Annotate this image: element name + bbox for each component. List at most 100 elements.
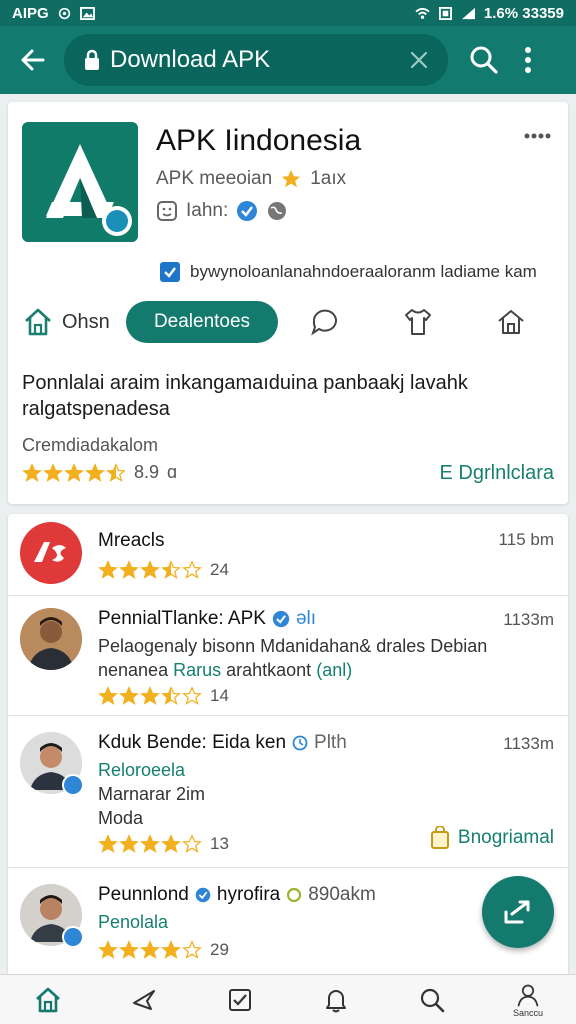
verified-badge-icon xyxy=(62,926,84,948)
more-horizontal-icon[interactable] xyxy=(522,126,554,146)
list-item[interactable]: Kduk Bende: Eida ken Plth 1133m Reloroee… xyxy=(8,716,568,868)
more-options-button[interactable] xyxy=(518,42,538,78)
checkbox-icon xyxy=(229,988,251,1011)
item-line[interactable]: Penolala xyxy=(98,912,168,933)
consent-checkbox-row[interactable]: bywynoloanlanahndoeraaloranm ladiame kam xyxy=(160,262,537,282)
item-stars xyxy=(98,560,202,580)
item-rating: 29 xyxy=(98,940,229,960)
item-line[interactable]: Reloroeela xyxy=(98,760,185,781)
avatar xyxy=(20,732,84,796)
item-title: Mreacls xyxy=(98,530,165,551)
sync-icon xyxy=(58,7,70,19)
app-rating-extra: ɑ xyxy=(167,462,178,482)
status-left-text: AIPG xyxy=(12,4,49,22)
bag-icon xyxy=(430,826,449,849)
close-icon[interactable] xyxy=(408,49,430,71)
list-item[interactable]: Mreacls 115 bm 24 xyxy=(8,514,568,596)
item-title: Peunnlond hyrofira 890akm xyxy=(98,884,376,906)
verified-icon xyxy=(195,887,211,903)
item-line-text: nenanea xyxy=(98,660,169,680)
star-icon xyxy=(140,834,160,853)
status-right-text: 1.6% 33359 xyxy=(483,4,564,22)
bottom-nav: Sanccu xyxy=(0,974,576,1024)
item-rating: 14 xyxy=(98,686,229,706)
item-stars xyxy=(98,834,202,854)
item-title-text: PennialTlanke: APK xyxy=(98,608,266,629)
nav-search[interactable] xyxy=(402,977,462,1023)
star-icon xyxy=(64,462,84,482)
star-icon xyxy=(98,834,118,853)
tab-download[interactable]: Dealentoes xyxy=(126,301,278,343)
star-icon xyxy=(182,686,202,705)
item-title: PennialTlanke: APK əlı xyxy=(98,608,316,630)
star-icon xyxy=(98,686,118,705)
send-icon xyxy=(133,989,155,1010)
search-icon xyxy=(420,988,445,1012)
search-input[interactable]: Download APK xyxy=(64,34,448,86)
app-meta-secondary: Iahn: xyxy=(156,200,288,222)
star-icon xyxy=(182,834,202,853)
star-icon xyxy=(98,940,118,959)
item-rating: 13 xyxy=(98,834,229,854)
share-arrow-icon xyxy=(504,900,530,924)
consent-checkbox-label: bywynoloanlanahndoeraaloranm ladiame kam xyxy=(190,262,537,281)
item-title-text: Kduk Bende: Eida ken xyxy=(98,732,287,753)
item-title-suffix: hyrofira xyxy=(216,884,281,905)
item-rating-count: 29 xyxy=(210,940,229,959)
image-icon xyxy=(79,6,95,20)
star-icon xyxy=(119,940,139,959)
nav-alerts[interactable] xyxy=(306,977,366,1023)
nav-send[interactable] xyxy=(114,977,174,1023)
more-vertical-icon xyxy=(525,47,531,73)
avatar xyxy=(20,608,82,670)
star-icon xyxy=(119,560,139,579)
bell-icon xyxy=(326,989,346,1012)
nav-tasks[interactable] xyxy=(210,977,270,1023)
star-icon xyxy=(161,686,181,705)
clock-icon xyxy=(292,735,308,751)
verified-badge-icon xyxy=(62,774,84,796)
nav-home[interactable] xyxy=(18,977,78,1023)
arrow-left-icon xyxy=(21,49,45,71)
shirt-icon[interactable] xyxy=(402,306,434,338)
download-link[interactable]: E Dgrlnlclara xyxy=(440,462,554,485)
star-icon xyxy=(140,686,160,705)
star-icon xyxy=(106,462,126,482)
house-outline-icon[interactable] xyxy=(495,306,527,338)
list-item[interactable]: PennialTlanke: APK əlı 1133m Pelaogenaly… xyxy=(8,596,568,716)
tab-home[interactable]: Ohsn xyxy=(22,306,126,338)
app-rating-row: 8.9 ɑ xyxy=(22,462,177,483)
nav-profile[interactable]: Sanccu xyxy=(498,977,558,1023)
tab-home-label: Ohsn xyxy=(62,310,110,333)
star-icon xyxy=(98,560,118,579)
item-line-link[interactable]: (anl) xyxy=(316,660,352,680)
item-title-extra: 890akm xyxy=(308,884,376,905)
check-icon xyxy=(164,267,176,278)
circle-icon xyxy=(287,887,302,903)
home-icon xyxy=(25,308,51,336)
search-button[interactable] xyxy=(466,42,502,78)
lock-icon xyxy=(85,49,99,70)
star-icon xyxy=(140,560,160,579)
person-avatar-icon xyxy=(20,608,82,670)
back-button[interactable] xyxy=(12,39,54,81)
item-stars xyxy=(98,940,202,960)
item-time: 1133m xyxy=(503,610,554,629)
app-badge-icon xyxy=(102,206,132,236)
item-action[interactable]: Bnogriamal xyxy=(430,826,554,850)
wifi-icon xyxy=(415,7,430,19)
star-icon xyxy=(282,169,301,188)
app-detail-card: APK Iindonesia APK meeoian 1aıx Iahn: by… xyxy=(8,102,568,504)
item-stars xyxy=(98,686,202,706)
share-fab-button[interactable] xyxy=(482,876,554,948)
avatar xyxy=(20,522,82,584)
globe-icon xyxy=(268,202,287,220)
app-label: Iahn: xyxy=(186,200,229,221)
consent-checkbox[interactable] xyxy=(160,262,180,282)
item-line: Pelaogenaly bisonn Mdanidahan& drales De… xyxy=(98,636,488,656)
star-icon xyxy=(22,462,42,482)
item-line-link[interactable]: Rarus xyxy=(173,660,221,680)
item-action-label: Bnogriamal xyxy=(457,827,554,848)
item-line-text: arahtkaont xyxy=(226,660,312,680)
chat-bubble-icon[interactable] xyxy=(309,306,341,338)
